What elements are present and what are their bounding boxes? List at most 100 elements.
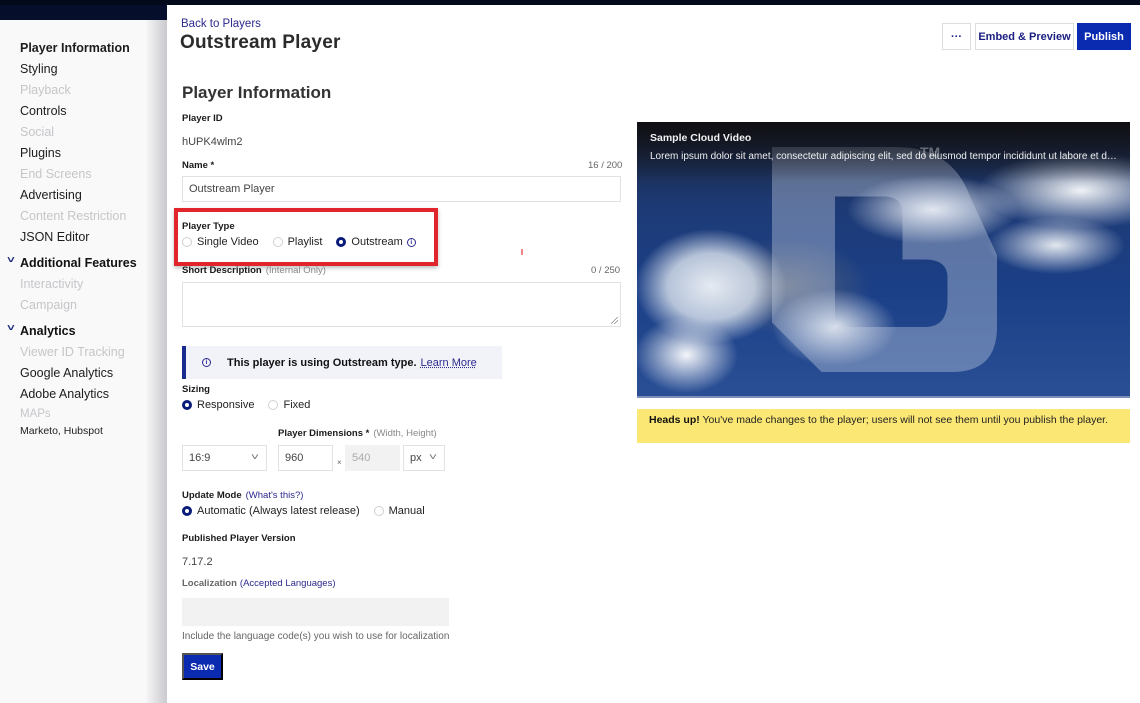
video-title: Sample Cloud Video — [650, 132, 752, 144]
radio-label: Automatic (Always latest release) — [197, 505, 360, 517]
label-text: Localization — [182, 578, 237, 589]
publish-button[interactable]: Publish — [1077, 23, 1131, 50]
player-dimensions-label: Player Dimensions * (Width, Height) — [278, 428, 437, 439]
radio-label: Responsive — [197, 399, 255, 411]
radio-button-checked[interactable] — [182, 400, 192, 410]
radio-responsive[interactable]: Responsive — [182, 399, 254, 411]
radio-playlist[interactable]: Playlist — [272, 236, 323, 248]
sidebar-item-maps-sublabel: Marketo, Hubspot — [20, 425, 103, 437]
player-id-label: Player ID — [182, 113, 223, 124]
radio-button[interactable] — [272, 237, 283, 247]
radio-button[interactable] — [373, 506, 384, 516]
sidebar-item-advertising[interactable]: Advertising — [20, 188, 82, 202]
cursor-mark — [521, 249, 523, 255]
sidebar: Player Information Styling Playback Cont… — [0, 20, 167, 703]
localization-label: Localization (Accepted Languages) — [182, 578, 336, 589]
radio-label: Outstream — [351, 236, 403, 248]
player-id-value: hUPK4wlm2 — [182, 136, 243, 148]
outstream-notice: i This player is using Outstream type. L… — [182, 346, 502, 379]
sidebar-item-styling[interactable]: Styling — [20, 62, 58, 76]
unpublished-changes-alert: Heads up! You've made changes to the pla… — [637, 409, 1130, 443]
sidebar-item-json-editor[interactable]: JSON Editor — [20, 230, 89, 244]
height-input: 540 — [345, 445, 400, 471]
radio-button-checked[interactable] — [336, 237, 347, 247]
dimension-separator: × — [337, 458, 342, 467]
video-description: Lorem ipsum dolor sit amet, consectetur … — [650, 151, 1120, 162]
learn-more-link[interactable]: Learn More — [421, 357, 477, 369]
short-description-counter: 0 / 250 — [591, 265, 621, 276]
sidebar-item-adobe-analytics[interactable]: Adobe Analytics — [20, 387, 109, 401]
section-label: Additional Features — [20, 256, 137, 270]
back-to-players-link[interactable]: Back to Players — [181, 18, 261, 30]
alert-title: Heads up! — [649, 414, 700, 426]
sidebar-item-google-analytics[interactable]: Google Analytics — [20, 366, 113, 380]
sidebar-item-campaign: Campaign — [20, 298, 77, 312]
sidebar-item-content-restriction: Content Restriction — [20, 209, 127, 223]
chevron-down-icon: ˅ — [7, 255, 15, 266]
sidebar-header-bar — [0, 5, 167, 20]
sizing-label: Sizing — [182, 384, 210, 395]
unit-select[interactable]: px ˅ — [403, 445, 445, 471]
alert-text: You've made changes to the player; users… — [699, 414, 1109, 426]
player-type-radio-group: Single Video Playlist Outstream i — [182, 236, 430, 248]
section-label: Analytics — [20, 324, 76, 338]
label-text: Update Mode — [182, 490, 242, 501]
sidebar-shadow — [145, 20, 167, 703]
short-description-textarea[interactable] — [182, 282, 621, 327]
info-circle-icon: i — [202, 358, 211, 367]
select-value: 16:9 — [189, 452, 211, 464]
select-value: px — [410, 452, 422, 464]
radio-button[interactable] — [182, 237, 192, 247]
name-input[interactable]: Outstream Player — [182, 176, 621, 202]
name-label: Name * — [182, 160, 215, 171]
radio-fixed[interactable]: Fixed — [268, 399, 310, 411]
notice-text: This player is using Outstream type. — [227, 356, 417, 369]
video-player-preview[interactable]: TM Sample Cloud Video Lorem ipsum dolor … — [637, 122, 1130, 398]
aspect-ratio-select[interactable]: 16:9 ˅ — [182, 445, 267, 471]
radio-single-video[interactable]: Single Video — [182, 236, 259, 248]
info-circle-icon[interactable]: i — [406, 237, 416, 247]
sidebar-item-playback: Playback — [20, 83, 71, 97]
sidebar-item-maps: MAPs — [20, 408, 51, 420]
sidebar-item-player-information[interactable]: Player Information — [20, 41, 130, 55]
chevron-down-icon: ˅ — [428, 452, 438, 463]
published-version-value: 7.17.2 — [182, 556, 213, 568]
width-input[interactable]: 960 — [278, 445, 333, 471]
label-hint: (Internal Only) — [265, 265, 326, 276]
radio-label: Playlist — [287, 236, 323, 248]
name-counter: 16 / 200 — [588, 160, 623, 171]
radio-button-checked[interactable] — [182, 506, 192, 516]
sidebar-item-end-screens: End Screens — [20, 167, 92, 181]
radio-automatic[interactable]: Automatic (Always latest release) — [182, 505, 360, 517]
chevron-down-icon: ˅ — [7, 323, 15, 334]
more-options-button[interactable]: ··· — [942, 23, 971, 50]
resize-handle-icon[interactable] — [611, 317, 618, 324]
embed-preview-button[interactable]: Embed & Preview — [975, 23, 1074, 50]
save-button[interactable]: Save — [182, 653, 223, 680]
radio-button[interactable] — [268, 400, 279, 410]
chevron-down-icon: ˅ — [250, 452, 260, 463]
radio-label: Single Video — [197, 236, 259, 248]
sidebar-item-social: Social — [20, 125, 55, 139]
sidebar-item-viewer-id-tracking: Viewer ID Tracking — [20, 345, 125, 359]
sidebar-item-plugins[interactable]: Plugins — [20, 146, 61, 160]
accepted-languages-link[interactable]: (Accepted Languages) — [240, 578, 336, 589]
label-hint: (Width, Height) — [373, 428, 437, 439]
radio-label: Manual — [388, 505, 425, 517]
sidebar-item-controls[interactable]: Controls — [20, 104, 67, 118]
sidebar-section-additional-features[interactable]: ˅ Additional Features — [7, 255, 137, 270]
update-mode-radio-group: Automatic (Always latest release) Manual — [182, 505, 439, 517]
label-text: Short Description — [182, 265, 262, 276]
sidebar-item-interactivity: Interactivity — [20, 277, 84, 291]
radio-manual[interactable]: Manual — [373, 505, 425, 517]
whats-this-link[interactable]: (What's this?) — [246, 490, 304, 501]
sidebar-section-analytics[interactable]: ˅ Analytics — [7, 323, 76, 338]
short-description-label: Short Description (Internal Only) — [182, 265, 326, 276]
sizing-radio-group: Responsive Fixed — [182, 399, 324, 411]
section-title: Player Information — [182, 83, 332, 102]
player-type-label: Player Type — [182, 221, 235, 232]
label-text: Player Dimensions * — [278, 428, 370, 439]
localization-input[interactable] — [182, 598, 449, 626]
localization-help-text: Include the language code(s) you wish to… — [182, 631, 450, 642]
radio-outstream[interactable]: Outstream i — [336, 236, 416, 248]
